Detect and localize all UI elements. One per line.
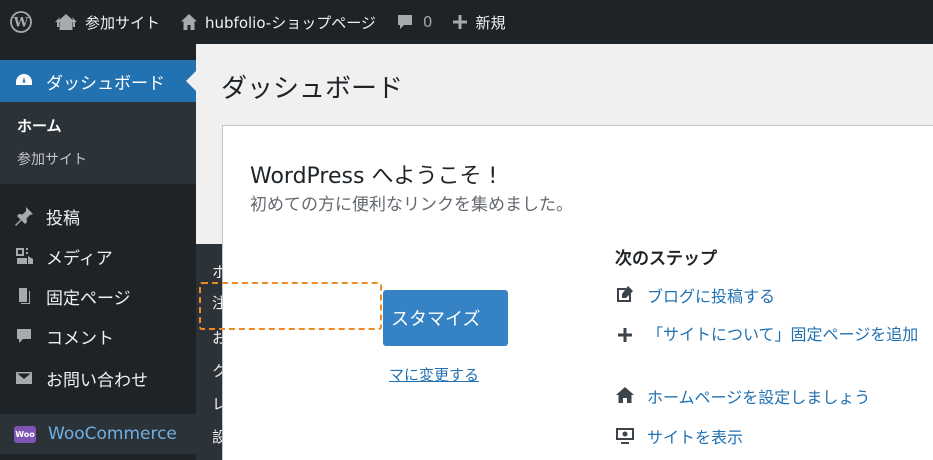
sidebar-item-media[interactable]: メディア <box>0 236 196 276</box>
sidebar-item-contact[interactable]: お問い合わせ <box>0 358 196 398</box>
media-icon <box>16 248 33 264</box>
mail-icon <box>16 372 32 384</box>
sidebar-item-label: WooCommerce <box>48 424 177 444</box>
sidebar-item-comments[interactable]: コメント <box>0 316 196 356</box>
next-step-label: サイトを表示 <box>647 428 744 447</box>
sidebar-item-label: ダッシュボード <box>46 73 165 94</box>
my-sites-menu[interactable]: 参加サイト <box>44 0 170 44</box>
sidebar-item-label: 投稿 <box>46 208 80 229</box>
new-content-menu[interactable]: 新規 <box>442 0 515 44</box>
customize-button-label: スタマイズ <box>391 309 481 330</box>
page-title: ダッシュボード <box>221 74 404 104</box>
comment-icon <box>397 15 412 29</box>
sidebar-item-label: コメント <box>46 328 114 349</box>
sidebar-item-pages[interactable]: 固定ページ <box>0 276 196 316</box>
welcome-heading: WordPress へようこそ ! <box>250 164 498 189</box>
sites-icon <box>55 14 77 30</box>
page-icon <box>19 288 30 304</box>
site-name-menu[interactable]: hubfolio-ショップページ <box>170 0 386 44</box>
sidebar-item-woocommerce[interactable]: Woo WooCommerce <box>0 414 196 454</box>
sidebar-item-label: 固定ページ <box>46 288 131 309</box>
orders-highlight-box <box>199 282 382 330</box>
sidebar-item-label: メディア <box>46 248 113 269</box>
svg-text:W: W <box>13 16 29 31</box>
welcome-subheading: 初めての方に便利なリンクを集めました。 <box>250 195 573 215</box>
new-content-label: 新規 <box>475 13 506 32</box>
admin-sidebar: ダッシュボード ホーム 参加サイト 投稿 メディア 固定ページ コメント お問い… <box>0 44 196 460</box>
woocommerce-icon: Woo <box>14 425 36 443</box>
edit-icon <box>617 286 633 302</box>
dashboard-icon <box>16 74 32 85</box>
admin-bar: W 参加サイト hubfolio-ショップページ 0 新規 <box>0 0 933 44</box>
sidebar-item-posts[interactable]: 投稿 <box>0 196 196 236</box>
submenu-item-home[interactable]: ホーム <box>17 115 62 136</box>
submenu-item-my-sites[interactable]: 参加サイト <box>17 149 87 169</box>
next-step-write-post[interactable]: ブログに投稿する <box>615 283 775 307</box>
my-sites-label: 参加サイト <box>85 13 161 32</box>
next-step-label: ブログに投稿する <box>647 287 776 306</box>
customize-site-button[interactable]: スタマイズ <box>383 290 508 346</box>
wordpress-icon: W <box>10 11 32 33</box>
sidebar-item-label: お問い合わせ <box>46 370 148 391</box>
site-name-label: hubfolio-ショップページ <box>205 13 376 32</box>
comment-icon <box>17 329 31 343</box>
wordpress-logo-button[interactable]: W <box>0 0 44 44</box>
next-step-setup-homepage[interactable]: ホームページを設定しましょう <box>615 384 870 408</box>
view-site-icon <box>616 428 634 444</box>
comment-count: 0 <box>422 13 433 31</box>
current-menu-arrow <box>186 71 196 91</box>
plus-icon <box>618 328 632 342</box>
plus-icon <box>453 15 468 29</box>
sidebar-item-dashboard[interactable]: ダッシュボード <box>0 60 196 102</box>
next-steps-heading: 次のステップ <box>615 249 717 269</box>
next-step-label: ホームページを設定しましょう <box>647 388 871 407</box>
comments-menu[interactable]: 0 <box>386 0 443 44</box>
dashboard-submenu: ホーム 参加サイト <box>0 102 196 184</box>
next-step-view-site[interactable]: サイトを表示 <box>615 424 743 448</box>
next-step-add-about-page[interactable]: 「サイトについて」固定ページを追加 <box>615 322 933 348</box>
home-icon <box>181 14 198 30</box>
pin-icon <box>15 207 33 226</box>
next-step-label: 「サイトについて」固定ページを追加 <box>647 325 919 344</box>
home-icon <box>616 387 634 403</box>
change-theme-link[interactable]: マに変更する <box>389 364 479 385</box>
